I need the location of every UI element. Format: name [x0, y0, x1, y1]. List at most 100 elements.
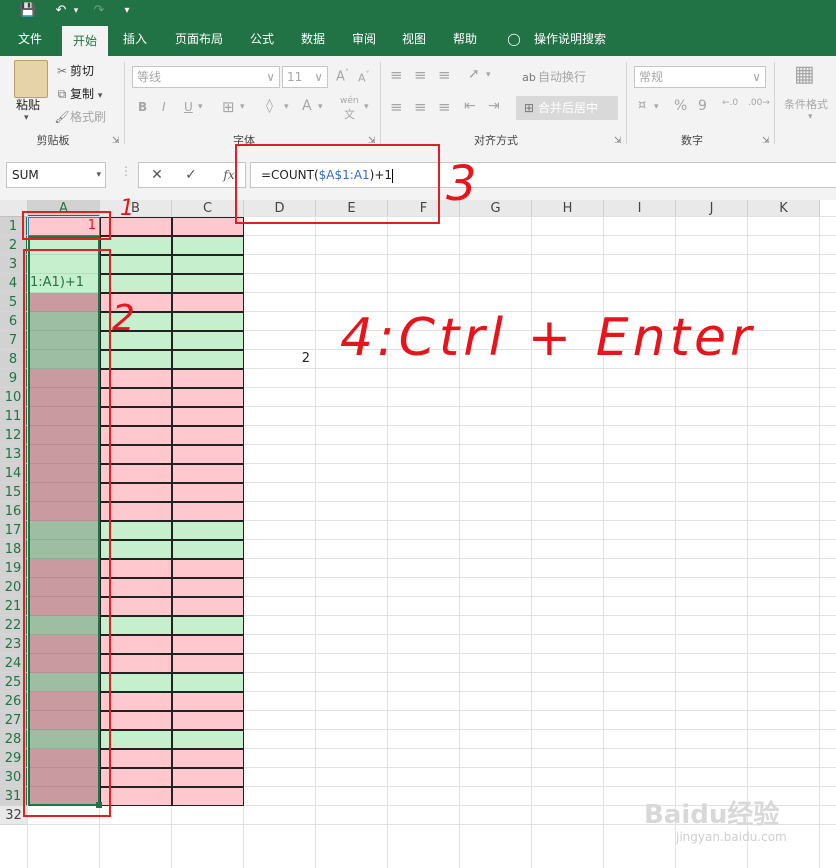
- cell-c30[interactable]: [172, 768, 244, 787]
- percent-button[interactable]: %: [674, 98, 687, 114]
- phonetic-dropdown-icon[interactable]: ▾: [364, 102, 369, 112]
- cell-c7[interactable]: [172, 331, 244, 350]
- cell-c18[interactable]: [172, 540, 244, 559]
- tab-file[interactable]: 文件: [6, 22, 54, 56]
- cut-button[interactable]: ✂ 剪切: [54, 62, 94, 79]
- cell-c11[interactable]: [172, 407, 244, 426]
- grow-font-button[interactable]: A˄: [336, 68, 349, 84]
- format-painter-button[interactable]: 🖌格式刷: [54, 108, 106, 125]
- align-bottom-icon[interactable]: ≡: [438, 66, 451, 84]
- merge-center-button[interactable]: ⊞ 合并后居中: [516, 96, 618, 120]
- conditional-format-dropdown-icon[interactable]: ▾: [808, 112, 813, 122]
- conditional-format-icon[interactable]: ▦: [794, 62, 815, 87]
- cancel-icon[interactable]: ✕: [143, 163, 171, 187]
- cell-c22[interactable]: [172, 616, 244, 635]
- paste-icon[interactable]: [14, 60, 48, 98]
- italic-button[interactable]: I: [162, 100, 166, 114]
- currency-dropdown-icon[interactable]: ▾: [654, 102, 659, 112]
- currency-icon[interactable]: ¤: [638, 98, 646, 113]
- save-icon[interactable]: 💾: [18, 0, 38, 22]
- cell-c4[interactable]: [172, 274, 244, 293]
- underline-dropdown-icon[interactable]: ▾: [198, 102, 203, 112]
- tab-page-layout[interactable]: 页面布局: [164, 22, 234, 56]
- cell-c15[interactable]: [172, 483, 244, 502]
- clipboard-launcher-icon[interactable]: ⇲: [112, 136, 120, 146]
- cell-c28[interactable]: [172, 730, 244, 749]
- cell-c25[interactable]: [172, 673, 244, 692]
- cell-c10[interactable]: [172, 388, 244, 407]
- cell-c24[interactable]: [172, 654, 244, 673]
- tell-me-search[interactable]: 操作说明搜索: [528, 22, 612, 56]
- tab-help[interactable]: 帮助: [442, 22, 488, 56]
- cell-c16[interactable]: [172, 502, 244, 521]
- align-top-icon[interactable]: ≡: [390, 66, 403, 84]
- cell-c12[interactable]: [172, 426, 244, 445]
- cell-c29[interactable]: [172, 749, 244, 768]
- tab-formulas[interactable]: 公式: [240, 22, 284, 56]
- tab-view[interactable]: 视图: [392, 22, 436, 56]
- comma-button[interactable]: 9: [698, 98, 707, 114]
- decrease-indent-icon[interactable]: ⇤: [464, 98, 476, 114]
- paste-button[interactable]: 粘贴: [16, 96, 40, 113]
- align-middle-icon[interactable]: ≡: [414, 66, 427, 84]
- cell-c2[interactable]: [172, 236, 244, 255]
- cell-c17[interactable]: [172, 521, 244, 540]
- cell-c3[interactable]: [172, 255, 244, 274]
- font-size-select[interactable]: 11 ∨: [282, 66, 328, 88]
- cell-c5[interactable]: [172, 293, 244, 312]
- enter-icon[interactable]: ✓: [177, 163, 205, 187]
- name-box-dropdown-icon[interactable]: ▾: [96, 163, 101, 187]
- alignment-launcher-icon[interactable]: ⇲: [614, 136, 622, 146]
- cell-c27[interactable]: [172, 711, 244, 730]
- align-left-icon[interactable]: ≡: [390, 98, 403, 116]
- tab-insert[interactable]: 插入: [112, 22, 158, 56]
- font-name-select[interactable]: 等线 ∨: [132, 66, 280, 88]
- column-header-h[interactable]: H: [532, 200, 604, 217]
- align-center-icon[interactable]: ≡: [414, 98, 427, 116]
- cell-c23[interactable]: [172, 635, 244, 654]
- cell-c31[interactable]: [172, 787, 244, 806]
- cell-c19[interactable]: [172, 559, 244, 578]
- name-box[interactable]: SUM ▾: [6, 162, 106, 188]
- tab-home[interactable]: 开始: [62, 26, 108, 56]
- customize-qat-icon[interactable]: ▾: [120, 0, 134, 22]
- cell-c6[interactable]: [172, 312, 244, 331]
- underline-button[interactable]: U: [184, 100, 193, 114]
- fill-color-icon[interactable]: ◊: [266, 98, 273, 114]
- cell-c26[interactable]: [172, 692, 244, 711]
- cell-c14[interactable]: [172, 464, 244, 483]
- cell-c9[interactable]: [172, 369, 244, 388]
- cell-c1[interactable]: [172, 217, 244, 236]
- number-launcher-icon[interactable]: ⇲: [762, 136, 770, 146]
- increase-decimal-icon[interactable]: ←.0: [722, 98, 738, 108]
- number-format-select[interactable]: 常规 ∨: [634, 66, 766, 88]
- align-right-icon[interactable]: ≡: [438, 98, 451, 116]
- fill-dropdown-icon[interactable]: ▾: [284, 102, 289, 112]
- conditional-format-button[interactable]: 条件格式: [784, 96, 828, 112]
- decrease-decimal-icon[interactable]: .00→: [748, 98, 770, 108]
- copy-button[interactable]: ⧉ 复制 ▾: [54, 85, 103, 102]
- cell-c8[interactable]: [172, 350, 244, 369]
- orientation-dropdown-icon[interactable]: ▾: [486, 70, 491, 80]
- undo-icon[interactable]: ↶: [50, 0, 72, 22]
- wrap-text-button[interactable]: ab 自动换行: [520, 68, 586, 85]
- cell-c20[interactable]: [172, 578, 244, 597]
- column-header-c[interactable]: C: [172, 200, 244, 217]
- border-dropdown-icon[interactable]: ▾: [240, 102, 245, 112]
- undo-dropdown-icon[interactable]: ▾: [70, 0, 82, 22]
- font-color-dropdown-icon[interactable]: ▾: [318, 102, 323, 112]
- bold-button[interactable]: B: [138, 100, 147, 114]
- cell-c21[interactable]: [172, 597, 244, 616]
- column-header-i[interactable]: I: [604, 200, 676, 217]
- column-header-k[interactable]: K: [748, 200, 820, 217]
- font-color-button[interactable]: A: [302, 98, 312, 114]
- increase-indent-icon[interactable]: ⇥: [488, 98, 500, 114]
- tab-review[interactable]: 审阅: [342, 22, 386, 56]
- border-icon[interactable]: ⊞: [222, 98, 235, 116]
- tab-data[interactable]: 数据: [290, 22, 336, 56]
- orientation-icon[interactable]: ➚: [468, 66, 480, 82]
- column-header-j[interactable]: J: [676, 200, 748, 217]
- phonetic-button[interactable]: wén: [340, 96, 359, 106]
- paste-dropdown-icon[interactable]: ▾: [24, 113, 29, 123]
- cell-c13[interactable]: [172, 445, 244, 464]
